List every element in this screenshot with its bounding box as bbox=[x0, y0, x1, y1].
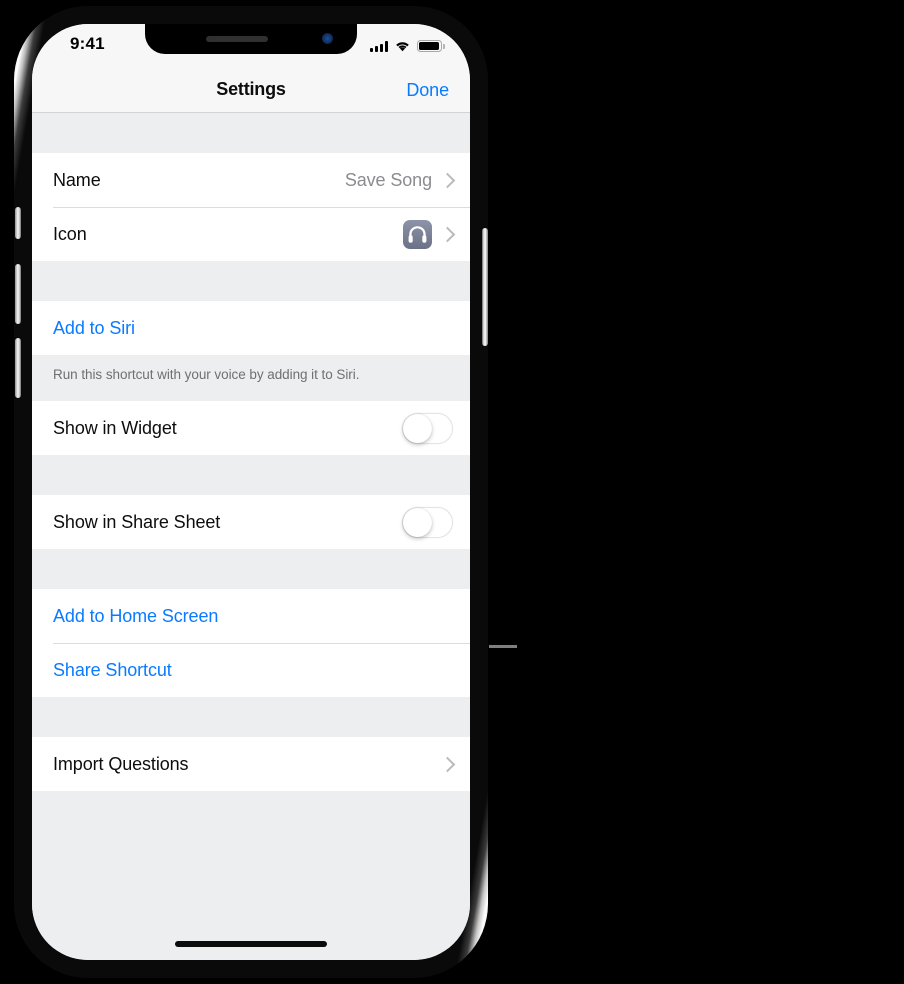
section-gap-import bbox=[32, 697, 470, 737]
volume-up-button[interactable] bbox=[15, 264, 21, 324]
page-title: Settings bbox=[216, 79, 286, 99]
chevron-right-icon bbox=[439, 226, 456, 242]
show-in-widget-accessory bbox=[402, 412, 470, 444]
toggle-knob bbox=[403, 413, 432, 443]
section-actions: Add to Home Screen Share Shortcut bbox=[32, 589, 470, 697]
row-show-in-widget[interactable]: Show in Widget bbox=[32, 401, 470, 455]
row-import-questions[interactable]: Import Questions bbox=[32, 737, 470, 791]
section-details: Name Save Song Icon bbox=[32, 153, 470, 261]
row-add-to-siri[interactable]: Add to Siri bbox=[32, 301, 470, 355]
screenshot-stage: 9:41 Settings Done Name Save Song Icon A… bbox=[0, 0, 904, 984]
row-share-shortcut[interactable]: Share Shortcut bbox=[32, 643, 470, 697]
show-in-widget-toggle[interactable] bbox=[402, 412, 453, 444]
side-power-button[interactable] bbox=[482, 228, 488, 346]
earpiece-speaker bbox=[206, 36, 268, 42]
row-icon[interactable]: Icon bbox=[32, 207, 470, 261]
row-name-value: Save Song bbox=[344, 169, 432, 190]
done-button[interactable]: Done bbox=[406, 80, 449, 101]
chevron-right-icon bbox=[439, 756, 456, 772]
status-bar-time: 9:41 bbox=[70, 34, 105, 53]
row-icon-label: Icon bbox=[53, 223, 87, 244]
battery-icon bbox=[417, 40, 445, 52]
wifi-icon bbox=[396, 42, 409, 52]
home-indicator[interactable] bbox=[175, 941, 327, 947]
silent-switch-button[interactable] bbox=[15, 207, 21, 239]
import-questions-accessory bbox=[439, 756, 470, 772]
section-share-sheet: Show in Share Sheet bbox=[32, 495, 470, 549]
chevron-right-icon bbox=[439, 172, 456, 188]
section-gap-top bbox=[32, 113, 470, 153]
volume-down-button[interactable] bbox=[15, 338, 21, 398]
device-notch bbox=[145, 24, 357, 54]
show-in-share-sheet-accessory bbox=[402, 506, 470, 538]
settings-list[interactable]: Name Save Song Icon Add to Siri Run this… bbox=[32, 113, 470, 960]
row-add-to-home-screen[interactable]: Add to Home Screen bbox=[32, 589, 470, 643]
section-gap-siri bbox=[32, 261, 470, 301]
row-name[interactable]: Name Save Song bbox=[32, 153, 470, 207]
add-to-home-screen-label: Add to Home Screen bbox=[53, 605, 219, 626]
siri-footer-note: Run this shortcut with your voice by add… bbox=[32, 355, 470, 401]
section-widget: Show in Widget bbox=[32, 401, 470, 455]
iphone-device-frame: 9:41 Settings Done Name Save Song Icon A… bbox=[14, 6, 488, 978]
front-camera-icon bbox=[322, 33, 333, 44]
headphones-icon bbox=[403, 219, 432, 249]
section-import: Import Questions bbox=[32, 737, 470, 791]
signal-bars-icon bbox=[370, 41, 388, 52]
row-name-accessory: Save Song bbox=[345, 170, 470, 191]
row-icon-accessory bbox=[403, 219, 470, 249]
row-show-in-share-sheet[interactable]: Show in Share Sheet bbox=[32, 495, 470, 549]
show-in-widget-label: Show in Widget bbox=[53, 417, 177, 438]
show-in-share-sheet-label: Show in Share Sheet bbox=[53, 511, 221, 532]
share-shortcut-label: Share Shortcut bbox=[53, 659, 172, 680]
add-to-siri-label: Add to Siri bbox=[53, 317, 135, 338]
toggle-knob bbox=[403, 507, 432, 537]
status-bar-indicators bbox=[370, 38, 445, 52]
navigation-bar: Settings Done bbox=[32, 68, 470, 113]
import-questions-label: Import Questions bbox=[53, 753, 189, 774]
section-siri: Add to Siri bbox=[32, 301, 470, 355]
section-gap-actions bbox=[32, 549, 470, 589]
section-gap-share-sheet bbox=[32, 455, 470, 495]
row-name-label: Name bbox=[53, 169, 101, 190]
device-screen: 9:41 Settings Done Name Save Song Icon A… bbox=[32, 24, 470, 960]
show-in-share-sheet-toggle[interactable] bbox=[402, 506, 453, 538]
